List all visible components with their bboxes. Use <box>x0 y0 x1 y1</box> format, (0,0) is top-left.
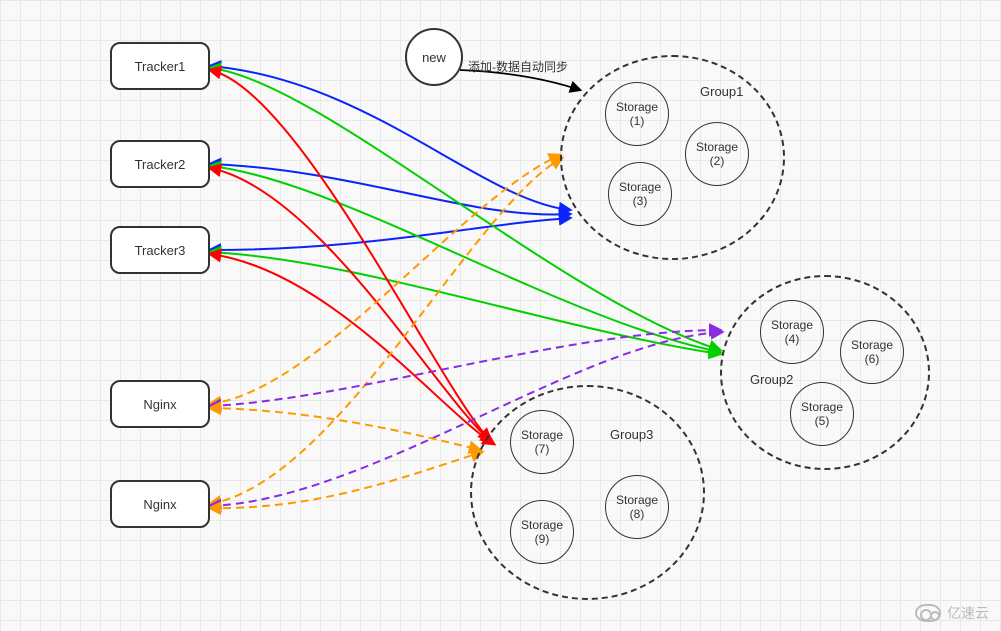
edge-n2-g3 <box>210 452 482 508</box>
edge-t2-g1 <box>210 164 570 214</box>
tracker-3: Tracker3 <box>110 226 210 274</box>
nginx-1-label: Nginx <box>143 397 176 412</box>
storage-8: Storage (8) <box>605 475 669 539</box>
edge-n1-g1 <box>210 155 560 404</box>
tracker-1-label: Tracker1 <box>135 59 186 74</box>
storage-1: Storage (1) <box>605 82 669 146</box>
edge-t2-g3 <box>210 168 492 442</box>
new-node-label: new <box>422 50 446 65</box>
nginx-1: Nginx <box>110 380 210 428</box>
edge-t3-g1 <box>210 218 570 250</box>
tracker-3-label: Tracker3 <box>135 243 186 258</box>
edge-t3-g3 <box>210 254 494 444</box>
storage-7: Storage (7) <box>510 410 574 474</box>
tracker-1: Tracker1 <box>110 42 210 90</box>
new-node: new <box>405 28 463 86</box>
group-1 <box>560 55 785 260</box>
storage-3: Storage (3) <box>608 162 672 226</box>
group-1-label: Group1 <box>700 84 743 99</box>
group-2-label: Group2 <box>750 372 793 387</box>
group-3-label: Group3 <box>610 427 653 442</box>
tracker-2-label: Tracker2 <box>135 157 186 172</box>
annotation-new-to-group: 添加-数据自动同步 <box>468 58 568 75</box>
edge-n1-g3 <box>210 408 480 450</box>
storage-2: Storage (2) <box>685 122 749 186</box>
storage-9: Storage (9) <box>510 500 574 564</box>
storage-6: Storage (6) <box>840 320 904 384</box>
nginx-2: Nginx <box>110 480 210 528</box>
watermark: 亿速云 <box>915 603 989 623</box>
edge-t1-g1 <box>210 66 570 210</box>
watermark-text: 亿速云 <box>947 603 989 623</box>
storage-5: Storage (5) <box>790 382 854 446</box>
nginx-2-label: Nginx <box>143 497 176 512</box>
watermark-icon <box>915 604 941 622</box>
storage-4: Storage (4) <box>760 300 824 364</box>
edge-n1-g2 <box>210 330 720 406</box>
tracker-2: Tracker2 <box>110 140 210 188</box>
edge-t3-g2 <box>210 252 720 354</box>
edge-t1-g3 <box>210 70 490 440</box>
group-3 <box>470 385 705 600</box>
